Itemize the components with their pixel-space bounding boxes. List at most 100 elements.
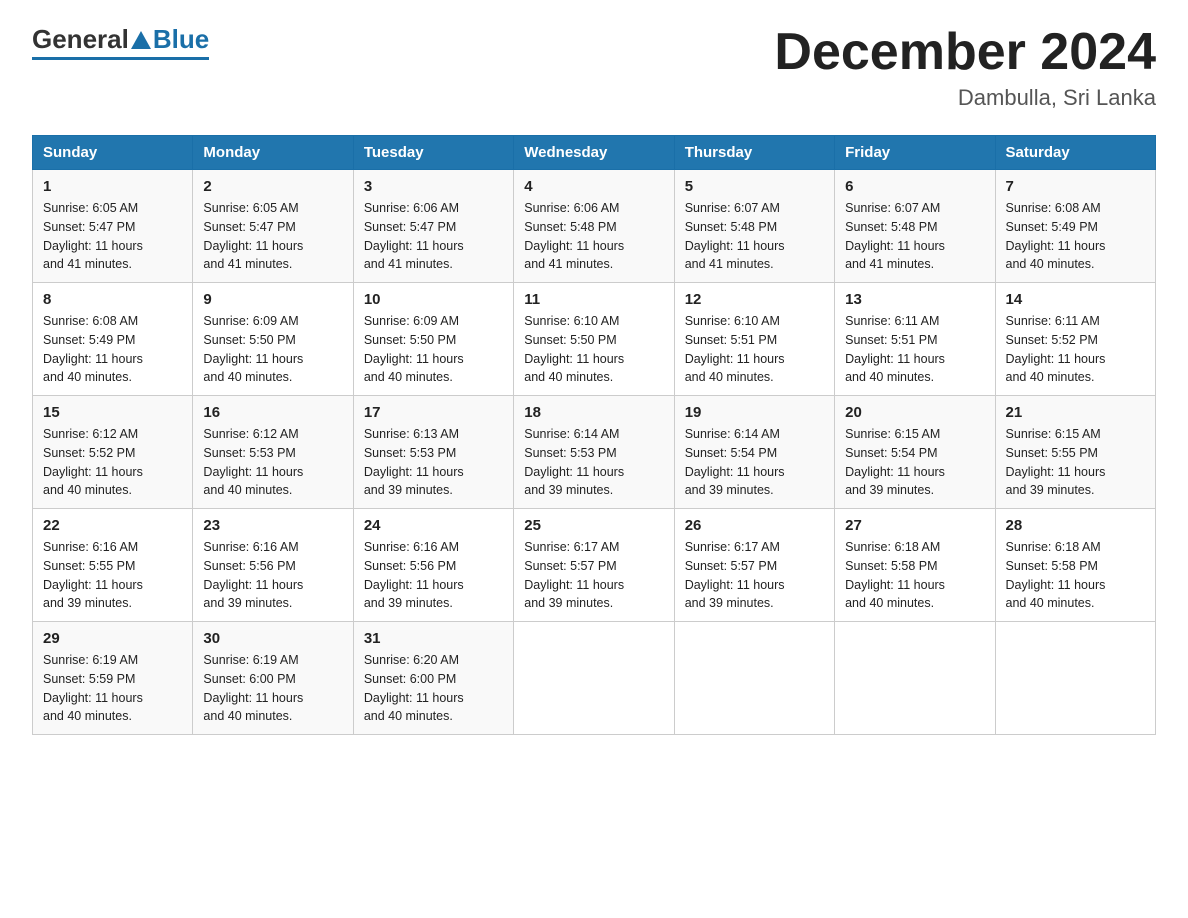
day-info: Sunrise: 6:14 AMSunset: 5:54 PMDaylight:… [685,425,824,500]
day-number: 25 [524,517,663,534]
calendar-cell: 20 Sunrise: 6:15 AMSunset: 5:54 PMDayligh… [835,396,995,509]
day-info: Sunrise: 6:08 AMSunset: 5:49 PMDaylight:… [43,312,182,387]
calendar-cell: 6 Sunrise: 6:07 AMSunset: 5:48 PMDaylight… [835,170,995,283]
calendar-cell: 23 Sunrise: 6:16 AMSunset: 5:56 PMDayligh… [193,509,353,622]
calendar-week-row: 8 Sunrise: 6:08 AMSunset: 5:49 PMDaylight… [33,283,1156,396]
day-number: 3 [364,178,503,195]
calendar-cell: 25Sunrise: 6:17 AMSunset: 5:57 PMDayligh… [514,509,674,622]
day-info: Sunrise: 6:15 AMSunset: 5:55 PMDaylight:… [1006,425,1145,500]
day-info: Sunrise: 6:10 AMSunset: 5:50 PMDaylight:… [524,312,663,387]
logo-blue-text: Blue [153,24,209,55]
day-info: Sunrise: 6:19 AMSunset: 6:00 PMDaylight:… [203,651,342,726]
logo: General Blue [32,24,209,60]
day-info: Sunrise: 6:11 AMSunset: 5:52 PMDaylight:… [1006,312,1145,387]
day-number: 18 [524,404,663,421]
day-info: Sunrise: 6:20 AMSunset: 6:00 PMDaylight:… [364,651,503,726]
day-number: 13 [845,291,984,308]
calendar-cell [835,622,995,735]
calendar-cell: 17 Sunrise: 6:13 AMSunset: 5:53 PMDayligh… [353,396,513,509]
day-number: 11 [524,291,663,308]
day-info: Sunrise: 6:05 AMSunset: 5:47 PMDaylight:… [43,199,182,274]
calendar-cell: 7Sunrise: 6:08 AMSunset: 5:49 PMDaylight… [995,170,1155,283]
calendar-cell: 1 Sunrise: 6:05 AMSunset: 5:47 PMDaylight… [33,170,193,283]
day-info: Sunrise: 6:08 AMSunset: 5:49 PMDaylight:… [1006,199,1145,274]
day-info: Sunrise: 6:09 AMSunset: 5:50 PMDaylight:… [364,312,503,387]
calendar-cell: 10 Sunrise: 6:09 AMSunset: 5:50 PMDayligh… [353,283,513,396]
header-monday: Monday [193,136,353,170]
day-number: 10 [364,291,503,308]
day-info: Sunrise: 6:15 AMSunset: 5:54 PMDaylight:… [845,425,984,500]
day-number: 23 [203,517,342,534]
day-info: Sunrise: 6:11 AMSunset: 5:51 PMDaylight:… [845,312,984,387]
calendar-cell: 8 Sunrise: 6:08 AMSunset: 5:49 PMDaylight… [33,283,193,396]
day-number: 12 [685,291,824,308]
calendar-week-row: 29 Sunrise: 6:19 AMSunset: 5:59 PMDayligh… [33,622,1156,735]
header-wednesday: Wednesday [514,136,674,170]
day-number: 5 [685,178,824,195]
logo-underline [32,57,209,60]
day-info: Sunrise: 6:06 AMSunset: 5:47 PMDaylight:… [364,199,503,274]
calendar-week-row: 22Sunrise: 6:16 AMSunset: 5:55 PMDayligh… [33,509,1156,622]
logo-general-text: General [32,24,129,55]
calendar-cell: 12Sunrise: 6:10 AMSunset: 5:51 PMDayligh… [674,283,834,396]
calendar-header-row: SundayMondayTuesdayWednesdayThursdayFrid… [33,136,1156,170]
day-info: Sunrise: 6:17 AMSunset: 5:57 PMDaylight:… [685,538,824,613]
calendar-cell: 28 Sunrise: 6:18 AMSunset: 5:58 PMDayligh… [995,509,1155,622]
day-number: 26 [685,517,824,534]
calendar-cell: 4 Sunrise: 6:06 AMSunset: 5:48 PMDaylight… [514,170,674,283]
day-info: Sunrise: 6:14 AMSunset: 5:53 PMDaylight:… [524,425,663,500]
calendar-week-row: 15 Sunrise: 6:12 AMSunset: 5:52 PMDayligh… [33,396,1156,509]
day-number: 9 [203,291,342,308]
calendar-cell: 31 Sunrise: 6:20 AMSunset: 6:00 PMDayligh… [353,622,513,735]
calendar-week-row: 1 Sunrise: 6:05 AMSunset: 5:47 PMDaylight… [33,170,1156,283]
day-info: Sunrise: 6:07 AMSunset: 5:48 PMDaylight:… [845,199,984,274]
calendar-cell: 19 Sunrise: 6:14 AMSunset: 5:54 PMDayligh… [674,396,834,509]
day-number: 19 [685,404,824,421]
calendar-cell [674,622,834,735]
day-number: 27 [845,517,984,534]
day-info: Sunrise: 6:09 AMSunset: 5:50 PMDaylight:… [203,312,342,387]
page-header: General Blue December 2024 Dambulla, Sri… [32,24,1156,111]
calendar-cell: 14 Sunrise: 6:11 AMSunset: 5:52 PMDayligh… [995,283,1155,396]
day-number: 16 [203,404,342,421]
day-info: Sunrise: 6:12 AMSunset: 5:52 PMDaylight:… [43,425,182,500]
day-info: Sunrise: 6:12 AMSunset: 5:53 PMDaylight:… [203,425,342,500]
day-number: 8 [43,291,182,308]
day-info: Sunrise: 6:13 AMSunset: 5:53 PMDaylight:… [364,425,503,500]
day-number: 17 [364,404,503,421]
calendar-cell: 13 Sunrise: 6:11 AMSunset: 5:51 PMDayligh… [835,283,995,396]
day-number: 6 [845,178,984,195]
day-info: Sunrise: 6:19 AMSunset: 5:59 PMDaylight:… [43,651,182,726]
day-number: 20 [845,404,984,421]
calendar-cell: 21 Sunrise: 6:15 AMSunset: 5:55 PMDayligh… [995,396,1155,509]
day-info: Sunrise: 6:06 AMSunset: 5:48 PMDaylight:… [524,199,663,274]
day-info: Sunrise: 6:16 AMSunset: 5:56 PMDaylight:… [364,538,503,613]
header-thursday: Thursday [674,136,834,170]
day-info: Sunrise: 6:16 AMSunset: 5:56 PMDaylight:… [203,538,342,613]
calendar-cell: 2Sunrise: 6:05 AMSunset: 5:47 PMDaylight… [193,170,353,283]
day-number: 2 [203,178,342,195]
calendar-cell: 11 Sunrise: 6:10 AMSunset: 5:50 PMDayligh… [514,283,674,396]
calendar-cell: 16 Sunrise: 6:12 AMSunset: 5:53 PMDayligh… [193,396,353,509]
day-number: 15 [43,404,182,421]
calendar-cell: 29 Sunrise: 6:19 AMSunset: 5:59 PMDayligh… [33,622,193,735]
day-info: Sunrise: 6:18 AMSunset: 5:58 PMDaylight:… [1006,538,1145,613]
header-sunday: Sunday [33,136,193,170]
day-number: 29 [43,630,182,647]
day-number: 1 [43,178,182,195]
title-area: December 2024 Dambulla, Sri Lanka [774,24,1156,111]
header-saturday: Saturday [995,136,1155,170]
day-number: 31 [364,630,503,647]
header-friday: Friday [835,136,995,170]
calendar-cell: 24Sunrise: 6:16 AMSunset: 5:56 PMDayligh… [353,509,513,622]
day-number: 21 [1006,404,1145,421]
calendar-cell: 27Sunrise: 6:18 AMSunset: 5:58 PMDayligh… [835,509,995,622]
calendar-cell: 22Sunrise: 6:16 AMSunset: 5:55 PMDayligh… [33,509,193,622]
month-title: December 2024 [774,24,1156,81]
day-number: 4 [524,178,663,195]
calendar-cell: 5Sunrise: 6:07 AMSunset: 5:48 PMDaylight… [674,170,834,283]
calendar-cell: 9 Sunrise: 6:09 AMSunset: 5:50 PMDaylight… [193,283,353,396]
day-number: 14 [1006,291,1145,308]
calendar-cell: 30Sunrise: 6:19 AMSunset: 6:00 PMDayligh… [193,622,353,735]
day-number: 28 [1006,517,1145,534]
